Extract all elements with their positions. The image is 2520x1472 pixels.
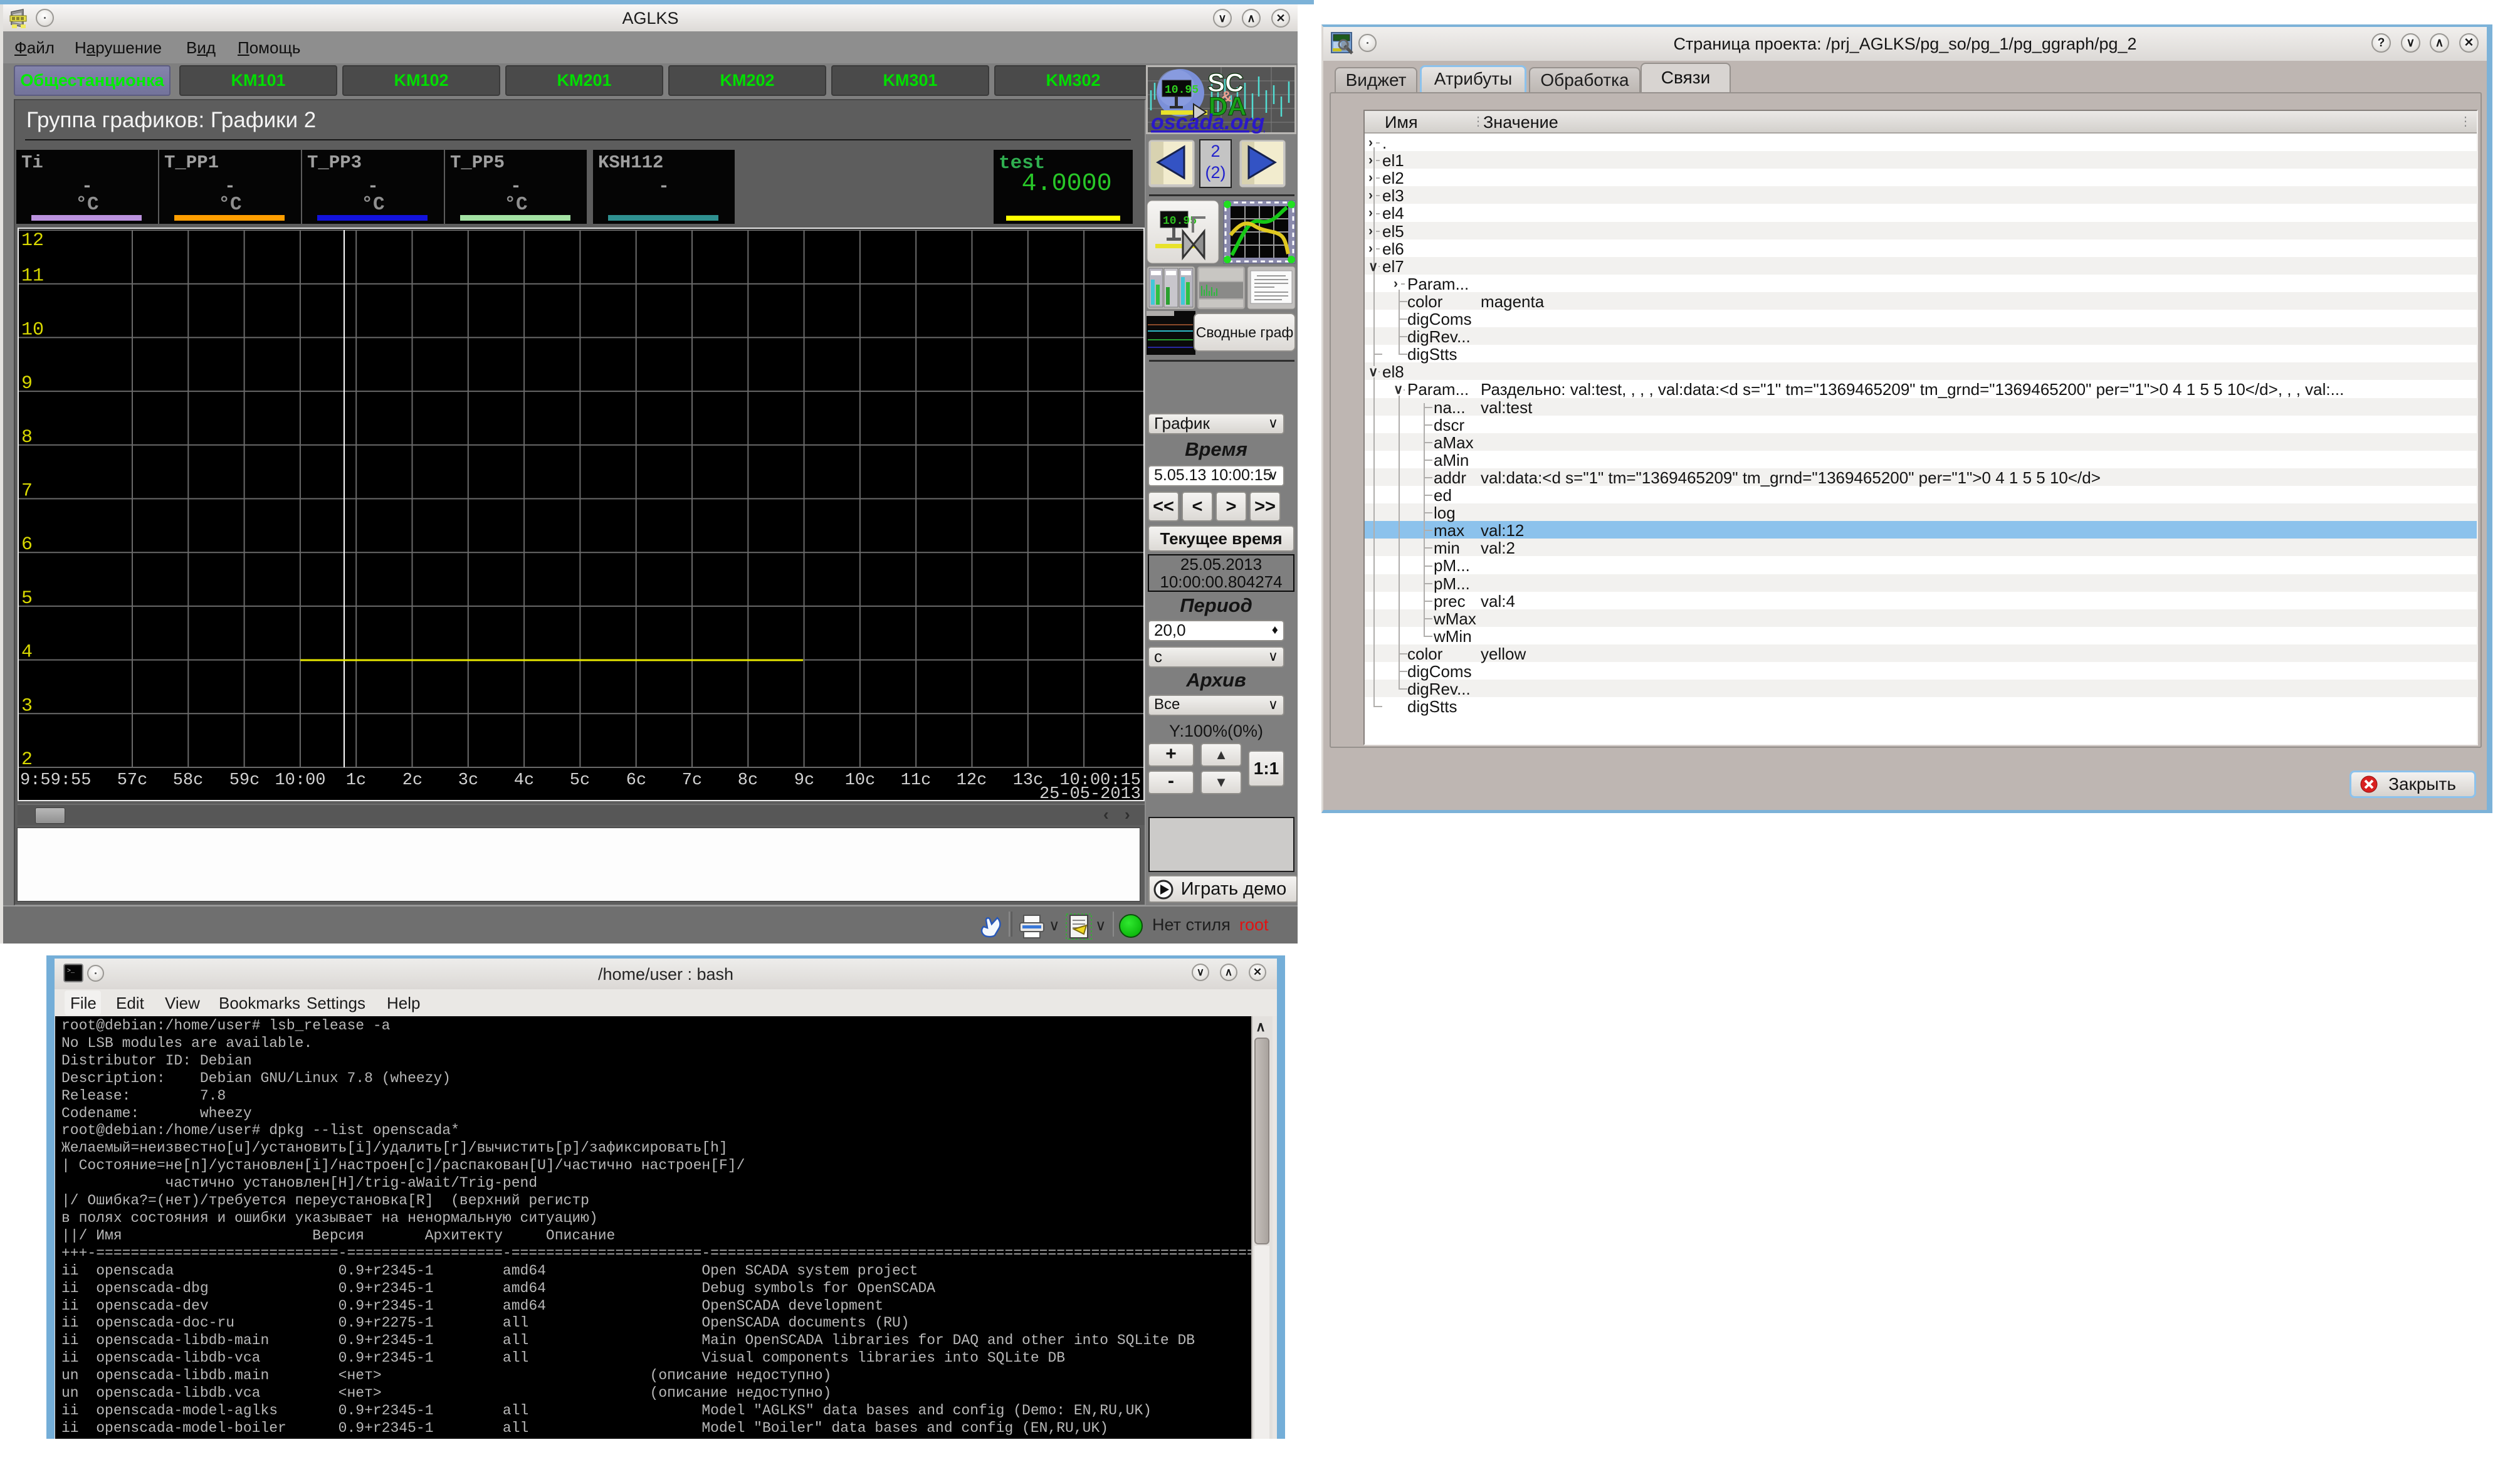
svg-text:25-05-2013: 25-05-2013 [1039, 785, 1141, 800]
svg-text:7: 7 [21, 481, 33, 502]
svg-text:oscada.org: oscada.org [1151, 110, 1265, 134]
svg-text:10.95: 10.95 [1163, 215, 1197, 228]
svg-text:4c: 4c [514, 771, 534, 790]
svg-text:9c: 9c [794, 771, 814, 790]
svg-text:5c: 5c [570, 771, 590, 790]
svg-text:1c: 1c [346, 771, 366, 790]
svg-text:7c: 7c [682, 771, 702, 790]
svg-text:12: 12 [21, 230, 44, 251]
svg-text:59c: 59c [229, 771, 260, 790]
svg-text:12c: 12c [957, 771, 987, 790]
svg-text:5: 5 [21, 588, 33, 609]
svg-text:58c: 58c [173, 771, 204, 790]
svg-text:10c: 10c [845, 771, 876, 790]
svg-text:8: 8 [21, 427, 33, 448]
svg-text:9:59:55: 9:59:55 [20, 771, 91, 790]
svg-text:4: 4 [21, 642, 33, 663]
svg-text:57c: 57c [117, 771, 148, 790]
svg-text:9: 9 [21, 373, 33, 394]
svg-text:10: 10 [21, 319, 44, 340]
svg-text:6: 6 [21, 534, 33, 555]
svg-text:3c: 3c [458, 771, 478, 790]
svg-text:6c: 6c [626, 771, 646, 790]
svg-text:10.95: 10.95 [1165, 84, 1199, 97]
svg-text:3: 3 [21, 695, 33, 717]
svg-text:2c: 2c [402, 771, 423, 790]
svg-text:11: 11 [21, 266, 44, 287]
svg-text:2: 2 [21, 749, 33, 770]
svg-text:11c: 11c [901, 771, 932, 790]
svg-text:10:00: 10:00 [275, 771, 325, 790]
svg-text:8c: 8c [738, 771, 758, 790]
